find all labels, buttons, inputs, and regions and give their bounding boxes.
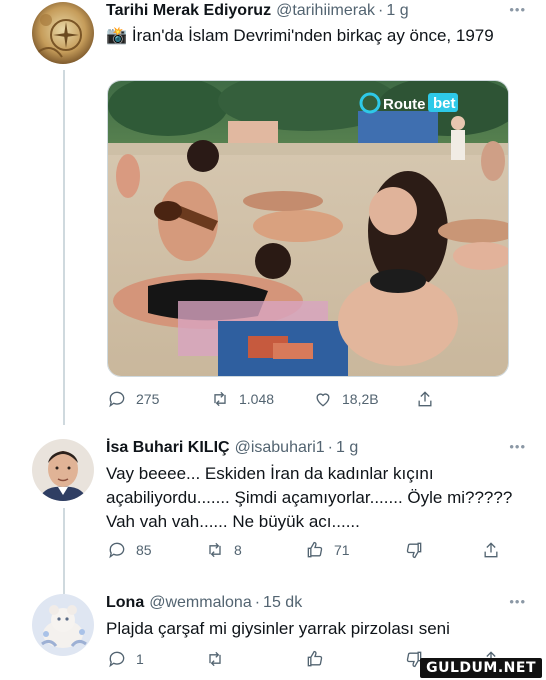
timestamp[interactable]: 1 g (386, 0, 408, 22)
avatar[interactable] (32, 439, 94, 501)
tweet-photo[interactable]: Route bet (107, 80, 509, 377)
like-button[interactable] (305, 649, 325, 669)
retweet-icon (214, 391, 226, 407)
share-button[interactable] (481, 540, 501, 560)
reply-icon (109, 542, 125, 559)
display-name[interactable]: Lona (106, 592, 144, 614)
retweet-button[interactable] (205, 649, 225, 669)
reply-icon (109, 391, 125, 408)
tweet-actions: 85 8 71 (107, 539, 507, 561)
avatar-image (32, 2, 94, 64)
separator-dot: · (327, 439, 333, 456)
tweet-text: 📸 İran'da İslam Devrimi'nden birkaç ay ö… (106, 24, 528, 48)
reply-button[interactable]: 275 (107, 389, 159, 409)
tweet-text-body: İran'da İslam Devrimi'nden birkaç ay önc… (131, 26, 494, 45)
more-options-icon[interactable]: ••• (509, 2, 526, 17)
thumbs-up-icon (307, 650, 323, 667)
tweet-actions: 275 1.048 18,2B (107, 388, 447, 410)
avatar-image (32, 439, 94, 501)
beach-photo: Route bet (108, 81, 508, 376)
user-handle[interactable]: @tarihiimerak (276, 0, 375, 22)
timestamp[interactable]: 15 dk (263, 592, 302, 614)
separator-dot: · (254, 594, 261, 611)
reply-count: 85 (136, 542, 152, 558)
tweet-text: Vay beeee... Eskiden İran da kadınlar kı… (106, 464, 513, 531)
reply-button[interactable]: 85 (107, 540, 152, 560)
reply-icon (109, 651, 125, 668)
thumbs-up-icon (307, 541, 323, 558)
tweet-main[interactable]: Tarihi Merak Ediyoruz @tarihiimerak · 1 … (0, 0, 546, 420)
share-icon (418, 391, 432, 407)
more-options-icon[interactable]: ••• (509, 439, 526, 454)
retweet-button[interactable]: 1.048 (210, 389, 274, 409)
display-name[interactable]: Tarihi Merak Ediyoruz (106, 0, 271, 22)
timestamp[interactable]: 1 g (336, 437, 358, 459)
dislike-button[interactable] (404, 540, 424, 560)
display-name[interactable]: İsa Buhari KILIÇ (106, 437, 230, 459)
like-button[interactable]: 71 (305, 540, 350, 560)
heart-icon (316, 393, 330, 407)
user-handle[interactable]: @wemmalona (149, 592, 252, 614)
tweet-header: Lona @wemmalona · 15 dk (106, 592, 528, 614)
avatar-image (32, 594, 94, 656)
reply-count: 275 (136, 391, 160, 407)
camera-emoji: 📸 (106, 26, 128, 45)
brand-logo-badge: bet (433, 95, 456, 112)
thumbs-down-icon (406, 542, 422, 559)
retweet-icon (209, 651, 221, 667)
tweet-text: Plajda çarşaf mi giysinler yarrak pirzol… (106, 619, 450, 638)
user-handle[interactable]: @isabuhari1 (235, 437, 325, 459)
reply-button[interactable]: 1 (107, 649, 144, 669)
like-button[interactable]: 18,2B (313, 389, 379, 409)
avatar[interactable] (32, 2, 94, 64)
reply-count: 1 (136, 651, 144, 667)
tweet-header: İsa Buhari KILIÇ @isabuhari1 · 1 g (106, 437, 528, 459)
like-count: 71 (334, 542, 350, 558)
watermark: GULDUM.NET (420, 658, 542, 678)
tweet-header: Tarihi Merak Ediyoruz @tarihiimerak · 1 … (106, 0, 528, 22)
share-icon (484, 542, 498, 558)
avatar[interactable] (32, 594, 94, 656)
retweet-button[interactable]: 8 (205, 540, 242, 560)
brand-logo-text: Route (383, 96, 426, 113)
separator-dot: · (378, 2, 384, 19)
retweet-count: 1.048 (239, 391, 275, 407)
like-count: 18,2B (342, 391, 379, 407)
more-options-icon[interactable]: ••• (509, 594, 526, 609)
share-button[interactable] (415, 389, 435, 409)
reply-tweet[interactable]: İsa Buhari KILIÇ @isabuhari1 · 1 g ••• V… (0, 435, 546, 575)
retweet-icon (209, 542, 221, 558)
retweet-count: 8 (234, 542, 242, 558)
